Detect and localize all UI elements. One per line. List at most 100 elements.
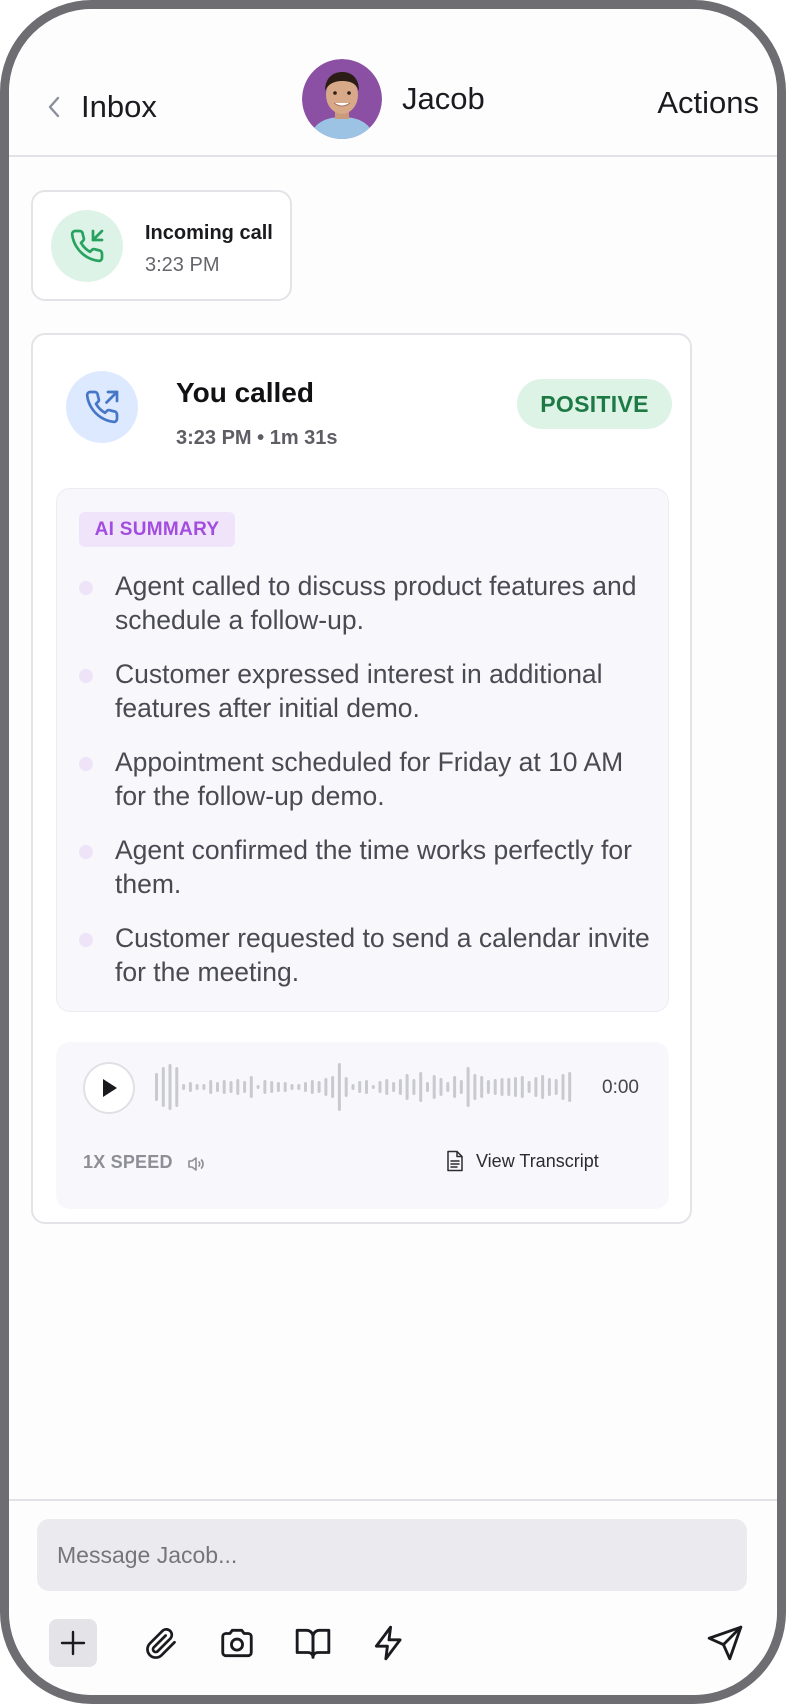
incoming-call-title: Incoming call	[145, 222, 273, 244]
camera-button[interactable]	[213, 1619, 261, 1667]
waveform-bar	[547, 1078, 551, 1096]
bullet-dot	[79, 581, 93, 595]
waveform-bar	[446, 1082, 450, 1092]
summary-item: Customer requested to send a calendar in…	[79, 921, 659, 989]
waveform-bar	[392, 1082, 396, 1092]
waveform-bar	[514, 1077, 517, 1097]
view-transcript-label: View Transcript	[476, 1150, 599, 1171]
waveform-bar	[554, 1079, 558, 1095]
waveform-bar	[182, 1084, 186, 1090]
waveform-bar	[249, 1076, 253, 1098]
waveform-scrubber[interactable]	[155, 1059, 575, 1115]
bullet-dot	[79, 669, 93, 683]
waveform-bar	[473, 1074, 477, 1100]
waveform-bar	[243, 1081, 247, 1093]
summary-list: Agent called to discuss product features…	[79, 569, 659, 1009]
camera-icon	[221, 1628, 253, 1658]
outgoing-call-meta: 3:23 PM • 1m 31s	[176, 427, 338, 449]
avatar[interactable]	[302, 59, 382, 139]
view-transcript-button[interactable]: View Transcript	[446, 1150, 599, 1172]
waveform-bar	[459, 1080, 463, 1094]
waveform-bar	[358, 1081, 362, 1093]
document-icon	[447, 1150, 463, 1172]
waveform-bar	[405, 1074, 409, 1100]
waveform-bar	[310, 1080, 314, 1094]
waveform-bar	[453, 1076, 457, 1098]
send-icon	[707, 1625, 743, 1661]
attach-button[interactable]	[137, 1619, 185, 1667]
paperclip-icon	[146, 1628, 176, 1659]
back-label: Inbox	[81, 89, 157, 124]
playback-time: 0:00	[602, 1077, 639, 1098]
back-button[interactable]: Inbox	[43, 79, 157, 135]
plus-icon	[60, 1630, 86, 1656]
waveform-bar	[561, 1074, 565, 1100]
book-icon	[295, 1628, 331, 1659]
waveform-bar	[412, 1079, 416, 1095]
waveform-bar	[195, 1084, 199, 1090]
waveform-bar	[507, 1078, 511, 1096]
waveform-bar	[202, 1084, 206, 1090]
waveform-bar	[486, 1080, 490, 1094]
message-input[interactable]	[37, 1519, 747, 1591]
volume-icon[interactable]	[184, 1152, 208, 1176]
waveform-bar	[439, 1078, 443, 1096]
waveform-bar	[304, 1082, 307, 1092]
contact-name: Jacob	[402, 81, 485, 116]
message-composer	[9, 1499, 777, 1695]
waveform-bar	[426, 1082, 429, 1092]
sentiment-badge: POSITIVE	[517, 379, 672, 429]
incoming-call-time: 3:23 PM	[145, 254, 220, 276]
waveform-bar	[344, 1077, 348, 1097]
waveform-bar	[290, 1084, 294, 1090]
summary-item: Appointment scheduled for Friday at 10 A…	[79, 745, 659, 813]
waveform-bar	[236, 1079, 240, 1095]
waveform-bar	[331, 1076, 335, 1098]
send-button[interactable]	[701, 1619, 749, 1667]
bullet-dot	[79, 845, 93, 859]
waveform-bar	[168, 1064, 172, 1110]
ai-summary-panel: AI SUMMARY Agent called to discuss produ…	[56, 488, 669, 1012]
actions-button[interactable]: Actions	[657, 85, 759, 121]
waveform-bar	[527, 1081, 531, 1093]
waveform-bar	[480, 1076, 484, 1098]
library-button[interactable]	[289, 1619, 337, 1667]
waveform-bar	[324, 1078, 328, 1096]
waveform-bar	[520, 1076, 524, 1098]
summary-text: Appointment scheduled for Friday at 10 A…	[115, 747, 624, 811]
waveform-bar	[466, 1067, 470, 1107]
add-button[interactable]	[49, 1619, 97, 1667]
bullet-dot	[79, 757, 93, 771]
incoming-call-card[interactable]: Incoming call 3:23 PM	[31, 190, 292, 301]
waveform-bar	[541, 1075, 545, 1099]
waveform-bar	[283, 1082, 287, 1092]
conversation-header: Inbox Jacob Actions	[9, 9, 777, 157]
waveform-bar	[263, 1080, 267, 1094]
summary-text: Agent confirmed the time works perfectly…	[115, 835, 632, 899]
waveform-bar	[337, 1063, 341, 1111]
quick-actions-button[interactable]	[365, 1619, 413, 1667]
summary-item: Customer expressed interest in additiona…	[79, 657, 659, 725]
play-button[interactable]	[83, 1062, 135, 1114]
contact-info[interactable]: Jacob	[302, 59, 485, 139]
summary-item: Agent confirmed the time works perfectly…	[79, 833, 659, 901]
waveform-bar	[365, 1080, 368, 1094]
waveform-bar	[155, 1073, 158, 1101]
lightning-icon	[374, 1625, 402, 1661]
speed-toggle[interactable]: 1X SPEED	[83, 1152, 173, 1173]
waveform-bar	[256, 1085, 260, 1089]
waveform-bar	[229, 1081, 233, 1093]
waveform-bar	[371, 1085, 375, 1089]
waveform-bar	[175, 1067, 179, 1107]
waveform-bar	[351, 1084, 355, 1090]
waveform-bar	[161, 1067, 165, 1107]
summary-item: Agent called to discuss product features…	[79, 569, 659, 637]
waveform-bar	[398, 1079, 402, 1095]
waveform-bar	[534, 1077, 538, 1097]
summary-text: Customer requested to send a calendar in…	[115, 923, 650, 987]
waveform-bar	[419, 1072, 423, 1102]
ai-summary-tag: AI SUMMARY	[79, 512, 235, 547]
waveform-bar	[188, 1082, 192, 1092]
waveform-bar	[276, 1082, 280, 1092]
summary-text: Customer expressed interest in additiona…	[115, 659, 603, 723]
